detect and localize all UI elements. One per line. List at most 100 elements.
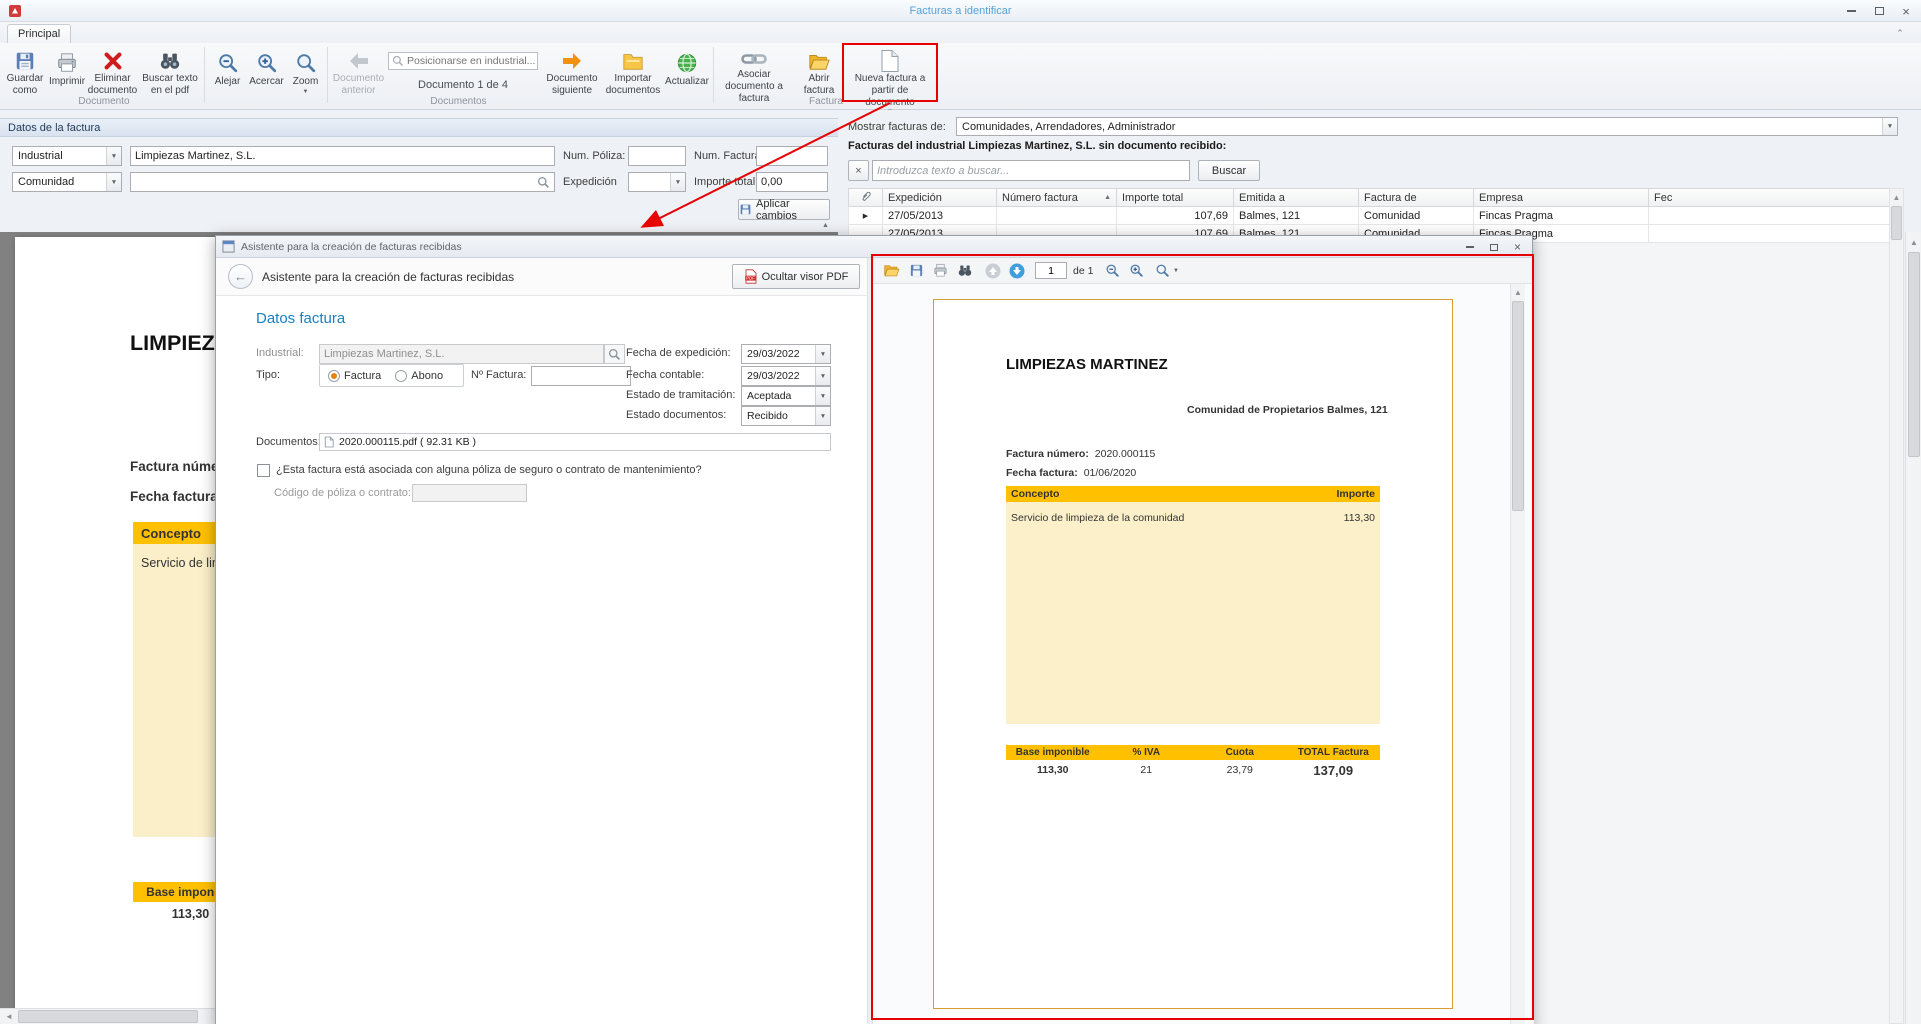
acercar-button[interactable]: Acercar [248,45,285,97]
documento-siguiente-button[interactable]: Documento siguiente [543,45,601,97]
num-factura-input[interactable] [756,146,828,166]
scroll-up-icon[interactable]: ▲ [1511,286,1525,299]
documentos-list[interactable]: 2020.000115.pdf ( 92.31 KB ) [319,433,831,451]
guardar-como-button[interactable]: Guardar como [4,45,46,97]
grid-header-attachment[interactable] [849,188,883,207]
documento-anterior-button[interactable]: Documento anterior [331,45,386,97]
zoom-out-icon[interactable] [1105,263,1120,281]
back-button[interactable]: ← [228,264,253,289]
mostrar-facturas-label: Mostrar facturas de: [848,121,946,133]
imprimir-button[interactable]: Imprimir [47,45,87,97]
dialog-minimize-button[interactable] [1458,239,1481,255]
estado-documentos-combo[interactable]: Recibido ▼ [741,406,831,426]
collapse-panel-icon[interactable]: ▲ [822,222,829,229]
main-vertical-scrollbar[interactable]: ▲ [1905,232,1921,1024]
industrial-input [319,344,604,364]
next-page-icon[interactable] [1009,263,1025,282]
radio-factura[interactable]: Factura [328,370,381,382]
alejar-button[interactable]: Alejar [209,45,246,97]
scrollbar-thumb[interactable] [18,1010,198,1023]
fecha-contable-combo[interactable]: 29/03/2022 ▼ [741,366,831,386]
num-poliza-input[interactable] [628,146,686,166]
previous-page-icon[interactable] [985,263,1001,282]
grid-vertical-scrollbar[interactable]: ▲ [1889,188,1904,1024]
chevron-down-icon[interactable]: ▼ [815,345,830,363]
fecha-expedicion-combo[interactable]: 29/03/2022 ▼ [741,344,831,364]
scrollbar-thumb[interactable] [1908,252,1920,457]
search-icon[interactable] [533,176,554,189]
restore-button[interactable] [1866,2,1892,20]
collapse-ribbon-icon[interactable]: ⌃ [1890,26,1910,40]
zoom-select-icon[interactable]: ▼ [1155,263,1179,278]
comunidad-selector-combo[interactable]: Comunidad ▼ [12,172,122,192]
abrir-factura-button[interactable]: Abrir factura [793,45,845,97]
chevron-down-icon[interactable]: ▼ [1882,118,1897,135]
actualizar-button[interactable]: Actualizar [664,45,710,97]
page-number-input[interactable] [1035,262,1067,279]
estado-tramitacion-combo[interactable]: Aceptada ▼ [741,386,831,406]
chevron-down-icon[interactable]: ▼ [815,367,830,385]
chevron-down-icon[interactable]: ▼ [106,147,121,165]
scroll-up-icon[interactable]: ▲ [1907,235,1921,249]
industrial-lookup-button[interactable] [604,344,625,364]
facturas-search-input[interactable] [872,160,1190,181]
grid-header-expedicion[interactable]: Expedición [883,188,997,207]
industrial-selector-combo[interactable]: Industrial ▼ [12,146,122,166]
pdf-viewer-scrollbar[interactable]: ▲ [1510,284,1525,1024]
pdf-icon: PDF [744,269,758,284]
nueva-factura-documento-button[interactable]: Nueva factura a partir de documento ▼ [848,45,932,101]
minimize-button[interactable] [1838,2,1864,20]
posicionarse-search-input[interactable] [407,55,542,67]
close-button[interactable]: × [1894,2,1918,20]
poliza-checkbox[interactable] [257,464,270,477]
buscar-button[interactable]: Buscar [1198,160,1260,181]
save-icon[interactable] [909,263,924,281]
grid-header-importe-total[interactable]: Importe total [1117,188,1234,207]
chevron-down-icon[interactable]: ▼ [815,407,830,425]
num-poliza-label: Num. Póliza: [563,150,625,162]
radio-unselected-icon [395,370,407,382]
scrollbar-thumb[interactable] [1512,301,1524,511]
comunidad-search-input[interactable] [131,176,533,188]
chevron-down-icon[interactable]: ▼ [815,387,830,405]
eliminar-documento-button[interactable]: Eliminar documento [88,45,137,97]
delete-x-icon [102,49,124,73]
buscar-texto-pdf-button[interactable]: Buscar texto en el pdf [139,45,201,97]
pdf-concept-table-body: Servicio de limpieza de la comunidad 113… [1006,502,1380,724]
mostrar-facturas-combo[interactable]: Comunidades, Arrendadores, Administrador… [956,117,1898,136]
expedicion-combo[interactable]: ▼ [628,172,686,192]
industrial-name-input[interactable] [130,146,555,166]
grid-header-fec[interactable]: Fec [1649,188,1890,207]
asistente-dialog: Asistente para la creación de facturas r… [215,235,1533,1024]
zoom-button[interactable]: Zoom ▼ [287,45,324,97]
find-icon[interactable] [957,263,973,281]
zoom-in-icon[interactable] [1129,263,1144,281]
application-window: Facturas a identificar × Principal ⌃ Gua… [0,0,1921,1024]
scrollbar-thumb[interactable] [1891,206,1902,240]
clear-search-button[interactable]: × [848,160,869,181]
chevron-down-icon[interactable]: ▼ [670,173,685,191]
grid-header-factura-de[interactable]: Factura de [1359,188,1474,207]
grid-header-numero-factura[interactable]: Número factura▲ [997,188,1117,207]
open-file-icon[interactable] [883,263,900,281]
grid-header-empresa[interactable]: Empresa [1474,188,1649,207]
scroll-left-icon[interactable]: ◄ [2,1009,16,1024]
aplicar-cambios-button[interactable]: Aplicar cambios [738,199,830,220]
table-row[interactable]: ▶ 27/05/2013 107,69 Balmes, 121 Comunida… [848,207,1890,225]
dialog-restore-button[interactable] [1482,239,1505,255]
folder-open-icon [807,49,831,73]
dialog-close-button[interactable]: × [1506,239,1529,255]
scroll-up-icon[interactable]: ▲ [1890,190,1903,204]
radio-abono[interactable]: Abono [395,370,443,382]
ocultar-visor-pdf-button[interactable]: PDF Ocultar visor PDF [732,264,860,289]
importe-total-input[interactable] [756,172,828,192]
asociar-documento-button[interactable]: Asociar documento a factura [717,45,791,97]
chevron-down-icon[interactable]: ▼ [106,173,121,191]
print-icon[interactable] [933,263,948,281]
num-factura-dialog-input[interactable] [531,366,631,386]
grid-header-emitida-a[interactable]: Emitida a [1234,188,1359,207]
expedicion-label: Expedición [563,176,617,188]
dialog-titlebar[interactable]: Asistente para la creación de facturas r… [216,236,1532,258]
tab-principal[interactable]: Principal [7,24,71,43]
importar-documentos-button[interactable]: Importar documentos [603,45,663,97]
